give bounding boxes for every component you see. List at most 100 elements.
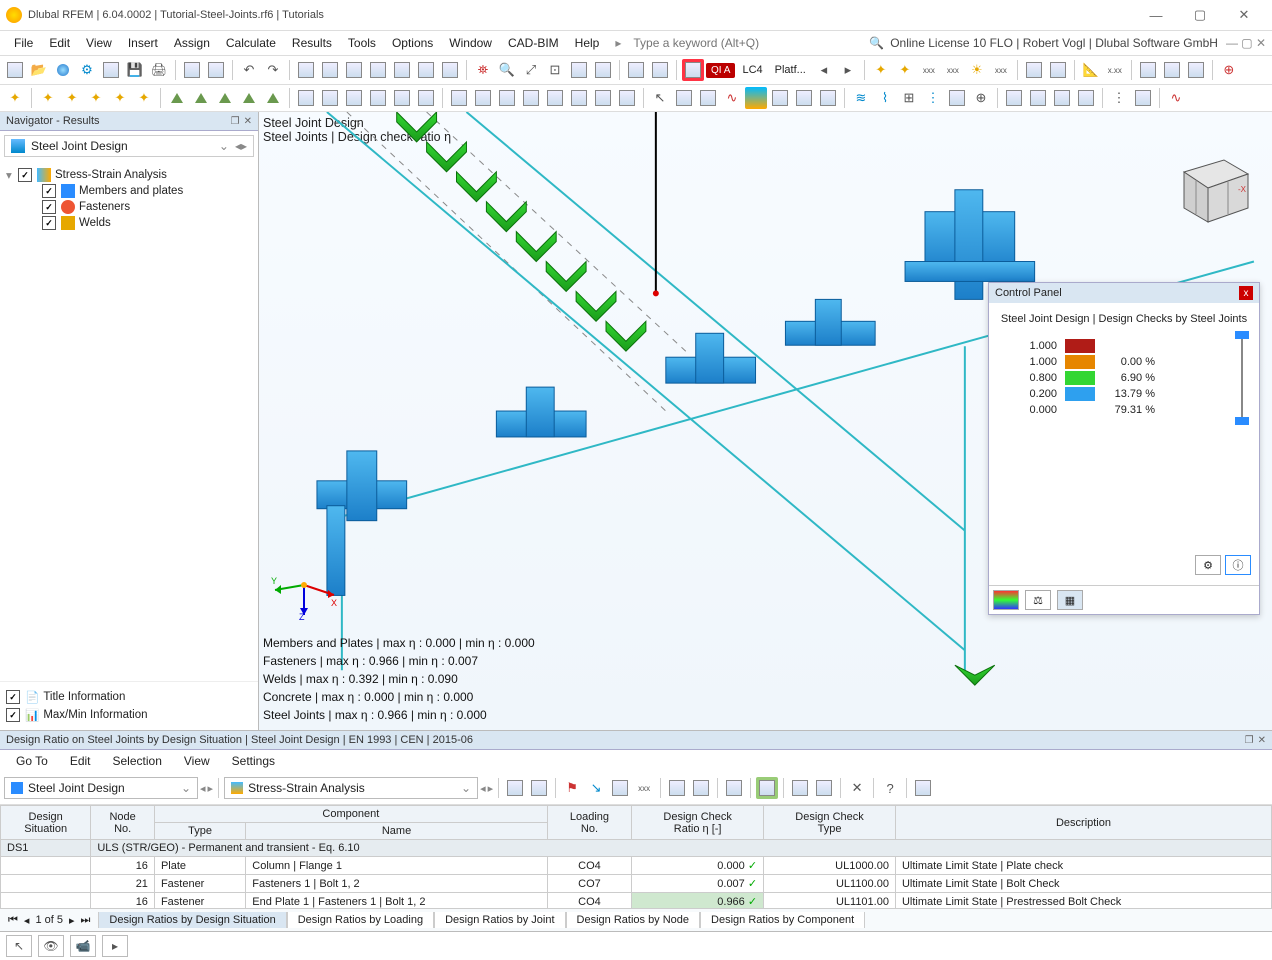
copy-icon[interactable] (100, 59, 122, 81)
end-1-icon[interactable] (1132, 87, 1154, 109)
tab-by-situation[interactable]: Design Ratios by Design Situation (98, 912, 286, 928)
close-panel-icon[interactable]: ✕ (1258, 735, 1266, 746)
range-slider[interactable] (1235, 331, 1251, 425)
page-next-icon[interactable]: ▸ (69, 914, 75, 927)
viewport-3d[interactable]: Steel Joint Design Steel Joints | Design… (259, 112, 1272, 730)
tblmenu-settings[interactable]: Settings (222, 754, 285, 768)
sel-box-icon[interactable] (673, 87, 695, 109)
vert-icon[interactable]: ⋮ (1108, 87, 1130, 109)
xxx-1-icon[interactable]: xxx (918, 59, 940, 81)
cp-tab-filter[interactable]: ▦ (1057, 590, 1083, 610)
prev-icon[interactable]: ◂ (813, 59, 835, 81)
diag-6-icon[interactable]: ⊕ (970, 87, 992, 109)
search-input[interactable] (631, 35, 825, 51)
tree-fasteners[interactable]: Fasteners (6, 199, 252, 215)
close-icon[interactable]: x (1239, 286, 1253, 300)
menu-cadbim[interactable]: CAD-BIM (500, 36, 567, 50)
cp-tab-colors[interactable] (993, 590, 1019, 610)
surf-3-icon[interactable] (343, 87, 365, 109)
table-row[interactable]: 21FastenerFasteners 1 | Bolt 1, 2CO70.00… (1, 875, 1272, 893)
tbl-btn-5[interactable] (690, 777, 712, 799)
camera-icon[interactable]: 📹 (70, 935, 96, 957)
export-2-icon[interactable] (1161, 59, 1183, 81)
member-5-icon[interactable] (133, 87, 155, 109)
opt-title[interactable]: 📄Title Information (6, 688, 252, 706)
maximize-button[interactable]: ▢ (1178, 0, 1222, 30)
sel-poly-icon[interactable] (697, 87, 719, 109)
checkbox[interactable] (6, 708, 20, 722)
dd2-prev-icon[interactable]: ◂ (480, 782, 486, 795)
tool-1-icon[interactable] (1023, 59, 1045, 81)
solid-4-icon[interactable] (520, 87, 542, 109)
gear-icon[interactable]: ⚙ (76, 59, 98, 81)
menu-tools[interactable]: Tools (340, 36, 384, 50)
surf-4-icon[interactable] (367, 87, 389, 109)
solid-2-icon[interactable] (472, 87, 494, 109)
new-icon[interactable] (4, 59, 26, 81)
menu-edit[interactable]: Edit (41, 36, 78, 50)
undock-icon[interactable]: ❐ (1245, 735, 1254, 746)
tbl-btn-3[interactable] (609, 777, 631, 799)
tab-by-joint[interactable]: Design Ratios by Joint (434, 912, 565, 928)
view-1-icon[interactable] (295, 59, 317, 81)
support-4-icon[interactable] (238, 87, 260, 109)
support-3-icon[interactable] (214, 87, 236, 109)
tbl-help-icon[interactable]: ? (879, 777, 901, 799)
eye-icon[interactable]: 👁 (38, 935, 64, 957)
col-type[interactable]: Type (154, 823, 245, 840)
diag-1-icon[interactable]: ≋ (850, 87, 872, 109)
table-pager[interactable]: ⏮ ◂ 1 of 5 ▸ ⏭ (0, 914, 98, 927)
res-1-icon[interactable] (769, 87, 791, 109)
dd2-next-icon[interactable]: ▸ (488, 782, 494, 795)
cp-tab-scale[interactable]: ⚖ (1025, 590, 1051, 610)
diag-2-icon[interactable]: ⌇ (874, 87, 896, 109)
diag-5-icon[interactable] (946, 87, 968, 109)
cp-info-icon[interactable]: ⓘ (1225, 555, 1251, 575)
surf-6-icon[interactable] (415, 87, 437, 109)
tab-by-component[interactable]: Design Ratios by Component (700, 912, 865, 928)
export-3-icon[interactable] (1185, 59, 1207, 81)
dim-icon[interactable]: x.xx (1104, 59, 1126, 81)
solid-5-icon[interactable] (544, 87, 566, 109)
nav-next-icon[interactable]: ▸ (241, 139, 247, 153)
checkbox[interactable] (42, 200, 56, 214)
col-situation[interactable]: Design Situation (1, 806, 91, 840)
xxx-2-icon[interactable]: xxx (942, 59, 964, 81)
results-color-icon[interactable] (745, 87, 767, 109)
loadcase-label[interactable]: LC4 (737, 62, 767, 78)
view-4-icon[interactable] (367, 59, 389, 81)
tbl-btn-2[interactable] (528, 777, 550, 799)
surf-5-icon[interactable] (391, 87, 413, 109)
loadcase-name[interactable]: Platf... (770, 62, 811, 78)
calc-sun-icon[interactable]: ☀ (966, 59, 988, 81)
table-dropdown-analysis[interactable]: Stress-Strain Analysis⌄ (224, 777, 478, 799)
support-2-icon[interactable] (190, 87, 212, 109)
checkbox[interactable] (42, 184, 56, 198)
export-1-icon[interactable] (1137, 59, 1159, 81)
tblmenu-goto[interactable]: Go To (6, 754, 58, 768)
menu-window[interactable]: Window (441, 36, 500, 50)
tblmenu-edit[interactable]: Edit (60, 754, 101, 768)
view-5-icon[interactable] (391, 59, 413, 81)
tab-by-node[interactable]: Design Ratios by Node (566, 912, 701, 928)
menu-help[interactable]: Help (567, 36, 608, 50)
open-icon[interactable]: 📂 (28, 59, 50, 81)
tbl-btn-10[interactable] (912, 777, 934, 799)
solid-7-icon[interactable] (592, 87, 614, 109)
page-prev-icon[interactable]: ◂ (24, 914, 30, 927)
col-name[interactable]: Name (246, 823, 548, 840)
undock-icon[interactable]: ❐ (231, 116, 240, 127)
section-icon[interactable]: ⛯ (472, 59, 494, 81)
tbl-btn-4[interactable] (666, 777, 688, 799)
menu-calculate[interactable]: Calculate (218, 36, 284, 50)
table-dropdown-design[interactable]: Steel Joint Design⌄ (4, 777, 198, 799)
menu-results[interactable]: Results (284, 36, 340, 50)
page-first-icon[interactable]: ⏮ (8, 914, 18, 927)
results-curve-icon[interactable]: ∿ (721, 87, 743, 109)
page-last-icon[interactable]: ⏭ (81, 914, 91, 927)
res-3-icon[interactable] (817, 87, 839, 109)
tbl-btn-8[interactable] (789, 777, 811, 799)
paste-icon[interactable] (181, 59, 203, 81)
view-6-icon[interactable] (415, 59, 437, 81)
control-panel-header[interactable]: Control Panel x (989, 283, 1259, 303)
